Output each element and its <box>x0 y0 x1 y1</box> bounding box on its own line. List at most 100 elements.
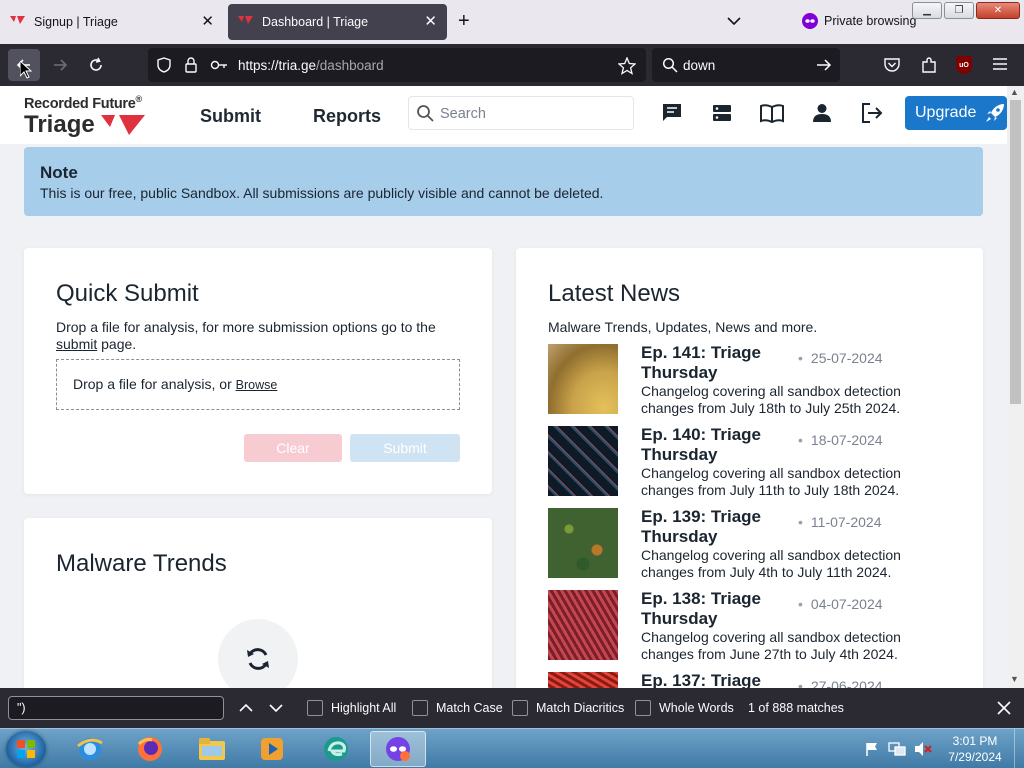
upgrade-button[interactable]: Upgrade <box>905 96 1007 130</box>
windows-logo-icon <box>17 740 35 758</box>
find-previous-icon[interactable] <box>238 700 254 716</box>
news-item[interactable]: Ep. 138: Triage Thursday 04-07-2024 Chan… <box>548 589 968 662</box>
ublock-origin-icon[interactable]: uO <box>956 56 972 74</box>
submit-page-link[interactable]: submit <box>56 336 97 352</box>
logout-icon[interactable] <box>861 103 883 123</box>
quick-submit-card: Quick Submit Drop a file for analysis, f… <box>24 248 492 494</box>
logo-registered-mark: ® <box>135 94 143 104</box>
checkbox-box[interactable] <box>635 700 651 716</box>
news-title[interactable]: Ep. 140: Triage Thursday <box>641 425 791 465</box>
windows-taskbar: 3:01 PM 7/29/2024 <box>0 728 1024 768</box>
news-thumbnail <box>548 426 618 496</box>
system-tray <box>864 741 932 757</box>
hamburger-menu-icon[interactable] <box>992 56 1008 72</box>
match-diacritics-checkbox[interactable]: Match Diacritics <box>512 700 624 716</box>
url-path: /dashboard <box>316 58 384 73</box>
bookmark-star-icon[interactable] <box>618 57 636 75</box>
forward-arrow-icon <box>54 59 68 71</box>
url-bar[interactable]: https://tria.ge/dashboard <box>148 48 646 82</box>
reload-button[interactable] <box>80 49 112 81</box>
firefox-taskbar-icon[interactable] <box>122 731 178 767</box>
site-search-input[interactable]: Search <box>408 96 634 130</box>
news-title[interactable]: Ep. 138: Triage Thursday <box>641 589 791 629</box>
forward-button[interactable] <box>44 49 76 81</box>
desc-text-after: page. <box>97 336 137 352</box>
shield-icon[interactable] <box>156 57 172 73</box>
pocket-icon[interactable] <box>883 56 901 74</box>
search-bar[interactable]: down <box>652 48 840 82</box>
news-date: 18-07-2024 <box>798 432 883 448</box>
close-tab-icon[interactable]: ✕ <box>424 14 437 29</box>
private-browsing-indicator: Private browsing <box>802 13 916 29</box>
upgrade-label: Upgrade <box>915 104 977 121</box>
show-desktop-button[interactable] <box>1014 729 1024 768</box>
close-window-button[interactable]: ✕ <box>976 2 1020 19</box>
match-case-label: Match Case <box>436 701 503 715</box>
lock-icon[interactable] <box>184 57 198 73</box>
key-icon[interactable] <box>210 57 228 73</box>
restore-button[interactable]: ❐ <box>944 2 974 19</box>
firefox-private-taskbar-icon[interactable] <box>370 731 426 767</box>
extensions-puzzle-icon[interactable] <box>920 56 938 74</box>
news-thumbnail <box>548 508 618 578</box>
scroll-down-arrow-icon[interactable]: ▼ <box>1010 674 1019 684</box>
news-item[interactable]: Ep. 137: Triage 27-06-2024 <box>548 671 968 688</box>
quick-submit-title: Quick Submit <box>56 280 199 307</box>
find-in-page-bar: ") Highlight All Match Case Match Diacri… <box>0 688 1024 728</box>
list-all-tabs-icon[interactable] <box>727 13 741 31</box>
close-find-bar-icon[interactable] <box>996 700 1012 716</box>
news-item[interactable]: Ep. 139: Triage Thursday 11-07-2024 Chan… <box>548 507 968 580</box>
find-input[interactable]: ") <box>8 696 224 720</box>
checkbox-box[interactable] <box>512 700 528 716</box>
news-title[interactable]: Ep. 139: Triage Thursday <box>641 507 791 547</box>
scroll-up-arrow-icon[interactable]: ▲ <box>1010 87 1019 97</box>
window-controls: ▁ ❐ ✕ <box>912 2 1020 19</box>
highlight-all-checkbox[interactable]: Highlight All <box>307 700 396 716</box>
account-user-icon[interactable] <box>812 103 832 123</box>
start-button[interactable] <box>6 731 46 767</box>
chat-icon[interactable] <box>662 103 682 123</box>
edge-taskbar-icon[interactable] <box>308 731 364 767</box>
news-title[interactable]: Ep. 141: Triage Thursday <box>641 343 791 383</box>
nav-submit[interactable]: Submit <box>200 106 261 127</box>
page-viewport: Recorded Future® Triage Submit Reports S… <box>0 86 1007 688</box>
minimize-button[interactable]: ▁ <box>912 2 942 19</box>
recorded-future-triage-logo[interactable]: Recorded Future® Triage <box>24 94 147 138</box>
clock-time: 3:01 PM <box>952 734 998 748</box>
new-tab-button[interactable]: + <box>458 10 470 32</box>
media-player-taskbar-icon[interactable] <box>244 731 300 767</box>
match-case-checkbox[interactable]: Match Case <box>412 700 503 716</box>
dashboard-server-icon[interactable] <box>712 103 732 123</box>
tab-signup[interactable]: Signup | Triage ✕ <box>0 4 224 40</box>
go-arrow-icon[interactable] <box>816 57 832 73</box>
clear-button[interactable]: Clear <box>244 434 342 462</box>
news-item[interactable]: Ep. 140: Triage Thursday 18-07-2024 Chan… <box>548 425 968 498</box>
close-tab-icon[interactable]: ✕ <box>201 14 214 29</box>
tab-dashboard[interactable]: Dashboard | Triage ✕ <box>228 4 447 40</box>
browse-link[interactable]: Browse <box>236 378 278 392</box>
nav-reports[interactable]: Reports <box>313 106 381 127</box>
submit-button[interactable]: Submit <box>350 434 460 462</box>
action-center-flag-icon[interactable] <box>864 741 880 757</box>
news-date: 04-07-2024 <box>798 596 883 612</box>
network-icon[interactable] <box>888 741 906 757</box>
page-scrollbar[interactable]: ▲ ▼ <box>1007 86 1024 688</box>
find-match-count: 1 of 888 matches <box>748 701 844 715</box>
news-title[interactable]: Ep. 137: Triage <box>641 671 791 688</box>
find-next-icon[interactable] <box>268 700 284 716</box>
whole-words-checkbox[interactable]: Whole Words <box>635 700 734 716</box>
match-diacritics-label: Match Diacritics <box>536 701 625 715</box>
triage-favicon <box>238 15 254 29</box>
taskbar-clock[interactable]: 3:01 PM 7/29/2024 <box>940 733 1010 765</box>
latest-news-title: Latest News <box>548 280 681 307</box>
documentation-book-icon[interactable] <box>760 103 784 123</box>
file-drop-zone[interactable]: Drop a file for analysis, or Browse <box>56 359 460 410</box>
news-item[interactable]: Ep. 141: Triage Thursday 25-07-2024 Chan… <box>548 343 968 416</box>
file-explorer-taskbar-icon[interactable] <box>184 731 240 767</box>
scrollbar-thumb[interactable] <box>1010 100 1021 404</box>
internet-explorer-taskbar-icon[interactable] <box>62 731 118 767</box>
checkbox-box[interactable] <box>412 700 428 716</box>
site-search-placeholder: Search <box>440 106 486 122</box>
volume-muted-icon[interactable] <box>914 741 932 757</box>
checkbox-box[interactable] <box>307 700 323 716</box>
